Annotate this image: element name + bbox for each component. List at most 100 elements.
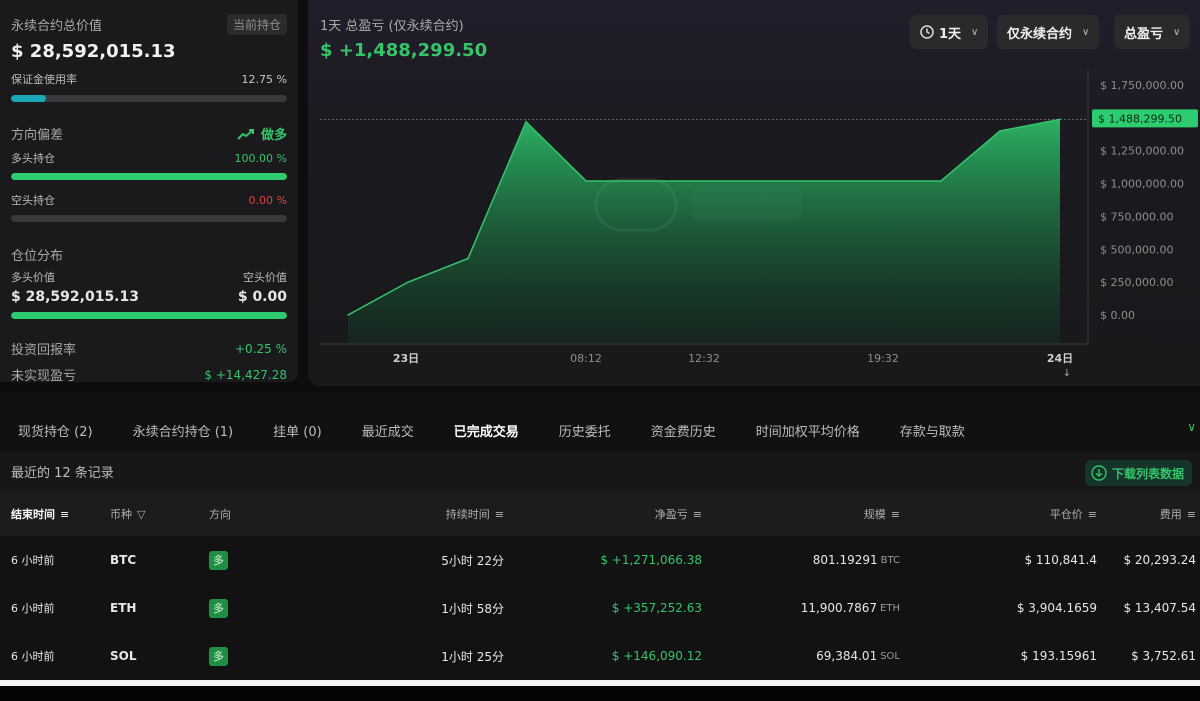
sort-icon: ≡ (1087, 507, 1097, 521)
y-tick-label: $ 1,000,000.00 (1100, 178, 1184, 191)
size-unit: SOL (880, 650, 900, 662)
col-coin[interactable]: 币种 ▽ (110, 492, 145, 536)
cell-close-price: $ 3,904.1659 (1016, 601, 1097, 615)
tab-item[interactable]: 最近成交 (362, 421, 414, 440)
roi-label: 投资回报率 (11, 343, 77, 358)
margin-bar (11, 95, 287, 102)
table-row[interactable]: 6 小时前 SOL 1小时 25分 $ +146,090.12 $ 193.15961 $… (0, 632, 1200, 680)
tab-item[interactable]: 时间加权平均价格 (756, 421, 860, 440)
dashboard-top: 永续合约总价值 当前持仓 $ 28,592,015.13 保证金使用率 12.7… (0, 0, 1200, 392)
short-value-label: 空头价值 (243, 271, 287, 284)
dist-label: 仓位分布 (11, 249, 64, 264)
long-value: $ 28,592,015.13 (11, 289, 139, 305)
y-tick-label: $ 250,000.00 (1100, 276, 1173, 289)
direction-badge: 多 (209, 646, 228, 666)
cell-size: 69,384.01 SOL (700, 632, 900, 680)
tab-item[interactable]: 资金费历史 (651, 421, 716, 440)
col-end-time[interactable]: 结束时间 ≡ (11, 492, 69, 536)
size-value: 11,900.7867 (800, 601, 878, 615)
download-icon (1091, 465, 1107, 481)
cell-fee: $ 20,293.24 (1123, 553, 1196, 567)
cell-net-pnl: $ +357,252.63 (611, 601, 702, 615)
x-tick-label: 08:12 (570, 352, 602, 365)
y-tick-label: $ 1,250,000.00 (1100, 145, 1184, 158)
records-count: 最近的 12 条记录 (11, 466, 114, 481)
cell-close-price: $ 110,841.4 (1024, 553, 1097, 567)
data-point (407, 281, 409, 283)
table-row[interactable]: 6 小时前 ETH 1小时 58分 $ +357,252.63 $ 3,904.1659… (0, 584, 1200, 632)
cell-coin: SOL (110, 649, 137, 663)
x-tick-label: 19:32 (867, 352, 899, 365)
size-unit: BTC (880, 554, 900, 566)
col-close-price[interactable]: 平仓价 ≡ (960, 492, 1097, 536)
cell-net-pnl: $ +146,090.12 (611, 649, 702, 663)
cell-coin: BTC (110, 553, 137, 567)
tab-item[interactable]: 挂单 (0) (273, 421, 322, 440)
cell-size: 11,900.7867 ETH (700, 584, 900, 632)
col-size[interactable]: 规模 ≡ (760, 492, 900, 536)
history-tabs: 现货持仓 (2) 永续合约持仓 (1) 挂单 (0) 最近成交 已完成交易 历史委托 资金费… (0, 408, 1200, 452)
upnl-label: 未实现盈亏 (11, 369, 77, 384)
chevron-down-icon[interactable]: ∨ (1187, 420, 1196, 434)
perp-summary-card: 永续合约总价值 当前持仓 $ 28,592,015.13 保证金使用率 12.7… (0, 0, 298, 384)
sort-icon: ≡ (692, 507, 702, 521)
size-unit: ETH (880, 602, 900, 614)
data-point (1059, 118, 1061, 121)
direction-badge: 多 (209, 550, 228, 570)
cell-end-time: 6 小时前 (11, 602, 55, 615)
summary-title: 永续合约总价值 (11, 19, 103, 34)
short-value: $ 0.00 (237, 289, 287, 305)
bias-value: 做多 (237, 124, 287, 143)
sort-icon: ≡ (60, 507, 70, 521)
bias-label: 方向偏差 (11, 128, 64, 143)
data-point (467, 257, 469, 260)
table-row[interactable]: 6 小时前 BTC 5小时 22分 $ +1,271,066.38 $ 110,841.… (0, 536, 1200, 584)
col-fee[interactable]: 费用 ≡ (1110, 492, 1196, 536)
pnl-chart-card: 1天 总盈亏 (仅永续合约) $ +1,488,299.50 1天 ∨ 仅永续合… (308, 0, 1200, 386)
cell-duration: 5小时 22分 (441, 553, 504, 568)
total-value: $ 28,592,015.13 (11, 41, 176, 62)
tab-item[interactable]: 已完成交易 (454, 421, 519, 440)
data-point (585, 180, 587, 182)
y-tick-label: $ 500,000.00 (1100, 243, 1173, 256)
sort-icon: ≡ (1186, 507, 1196, 521)
current-positions-tag[interactable]: 当前持仓 (226, 14, 287, 35)
roi-value: +0.25 % (235, 341, 287, 356)
size-value: 69,384.01 (816, 649, 878, 663)
data-point (703, 180, 705, 182)
y-tick-label: $ 750,000.00 (1100, 210, 1173, 223)
data-point (347, 314, 349, 316)
short-pct: 0.00 % (248, 193, 287, 207)
tab-item[interactable]: 现货持仓 (2) (18, 421, 93, 440)
data-point (940, 180, 942, 182)
tab-item[interactable]: 历史委托 (559, 421, 611, 440)
col-net-pnl[interactable]: 净盈亏 ≡ (560, 492, 702, 536)
tab-item[interactable]: 存款与取款 (900, 421, 965, 440)
long-pct: 100.00 % (234, 151, 287, 165)
cell-fee: $ 3,752.61 (1131, 649, 1196, 663)
margin-pct: 12.75 % (241, 72, 287, 86)
tab-item[interactable]: 永续合约持仓 (1) (133, 421, 234, 440)
margin-label: 保证金使用率 (11, 73, 77, 86)
sort-icon: ≡ (890, 507, 900, 521)
cell-duration: 1小时 58分 (441, 601, 504, 616)
col-duration[interactable]: 持续时间 ≡ (380, 492, 504, 536)
data-point (525, 121, 527, 123)
direction-badge: 多 (209, 598, 228, 618)
sort-icon: ≡ (494, 507, 504, 521)
current-value-label: $ 1,488,299.50 (1098, 112, 1182, 125)
table-header: 结束时间 ≡ 币种 ▽ 方向 持续时间 ≡ 净盈亏 ≡ 规模 ≡ 平仓价 ≡ 费用 ≡ (0, 492, 1200, 536)
y-tick-label: $ 1,750,000.00 (1100, 79, 1184, 92)
cell-duration: 1小时 25分 (441, 649, 504, 664)
data-point (999, 130, 1001, 132)
records-header: 最近的 12 条记录 下载列表数据 (0, 452, 1200, 492)
x-tick-label: 23日 (393, 352, 419, 365)
cell-fee: $ 13,407.54 (1123, 601, 1196, 615)
long-value-label: 多头价值 (11, 271, 55, 284)
long-bar (11, 173, 287, 180)
pnl-area-chart: $ 1,750,000.00$ 1,500,000.00$ 1,250,000.… (320, 70, 1198, 379)
cell-close-price: $ 193.15961 (1020, 649, 1097, 663)
download-button[interactable]: 下载列表数据 (1084, 460, 1192, 486)
cell-net-pnl: $ +1,271,066.38 (600, 553, 702, 567)
bottom-bar (0, 686, 1200, 701)
